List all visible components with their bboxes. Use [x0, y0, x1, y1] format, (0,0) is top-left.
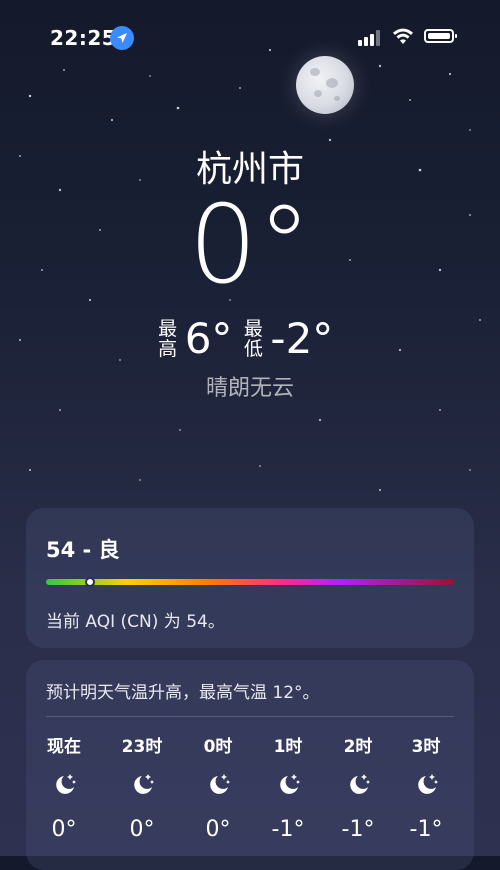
battery-icon [424, 29, 457, 43]
high-label: 最高 [157, 319, 179, 359]
hour-temp: -1° [341, 817, 375, 842]
hour-label: 现在 [47, 737, 81, 757]
divider [46, 716, 454, 717]
hour-item: 23时 0° [112, 732, 172, 842]
aqi-card[interactable]: 54 - 良 当前 AQI (CN) 为 54。 [26, 508, 474, 648]
moon-stars-icon [188, 771, 248, 799]
aqi-gradient-bar [46, 579, 454, 585]
hour-temp: 0° [51, 817, 77, 842]
hour-temp: -1° [409, 817, 443, 842]
aqi-title: 54 - 良 [46, 538, 120, 562]
moon-stars-icon [34, 771, 94, 799]
hour-temp: -1° [271, 817, 305, 842]
status-time: 22:25 [50, 26, 117, 50]
location-arrow-icon [110, 26, 134, 50]
hour-item: 2时 -1° [328, 732, 388, 842]
hour-temp: 0° [205, 817, 231, 842]
hour-item: 3时 -1° [396, 732, 456, 842]
hour-label: 23时 [121, 737, 163, 757]
moon-stars-icon [396, 771, 456, 799]
moon-stars-icon [328, 771, 388, 799]
high-low: 最高 6° 最低 -2° [0, 314, 500, 363]
high-temp: 6° [184, 314, 233, 363]
forecast-note: 预计明天气温升高，最高气温 12°。 [46, 683, 320, 703]
low-label: 最低 [242, 319, 264, 359]
low-temp: -2° [270, 314, 334, 363]
hour-label: 1时 [273, 737, 303, 757]
hour-label: 2时 [343, 737, 373, 757]
hour-label: 0时 [203, 737, 233, 757]
high-label-text: 最高 [158, 317, 178, 360]
low-label-text: 最低 [243, 317, 263, 360]
hour-temp: 0° [129, 817, 155, 842]
aqi-description: 当前 AQI (CN) 为 54。 [46, 612, 225, 632]
hour-label: 3时 [411, 737, 441, 757]
wifi-icon [393, 28, 413, 44]
weather-condition: 晴朗无云 [205, 376, 294, 401]
hour-item: 1时 -1° [258, 732, 318, 842]
current-temperature: 0° [188, 183, 312, 308]
moon-stars-icon [112, 771, 172, 799]
cellular-signal-icon [358, 30, 380, 46]
moon-graphic [296, 56, 354, 114]
moon-stars-icon [258, 771, 318, 799]
status-bar: 22:25 [0, 0, 500, 70]
aqi-indicator [85, 577, 96, 587]
hourly-forecast-card[interactable]: 预计明天气温升高，最高气温 12°。 现在 0° 23时 0° 0时 0° 1时… [26, 660, 474, 870]
hour-item: 0时 0° [188, 732, 248, 842]
hour-item: 现在 0° [34, 732, 94, 842]
